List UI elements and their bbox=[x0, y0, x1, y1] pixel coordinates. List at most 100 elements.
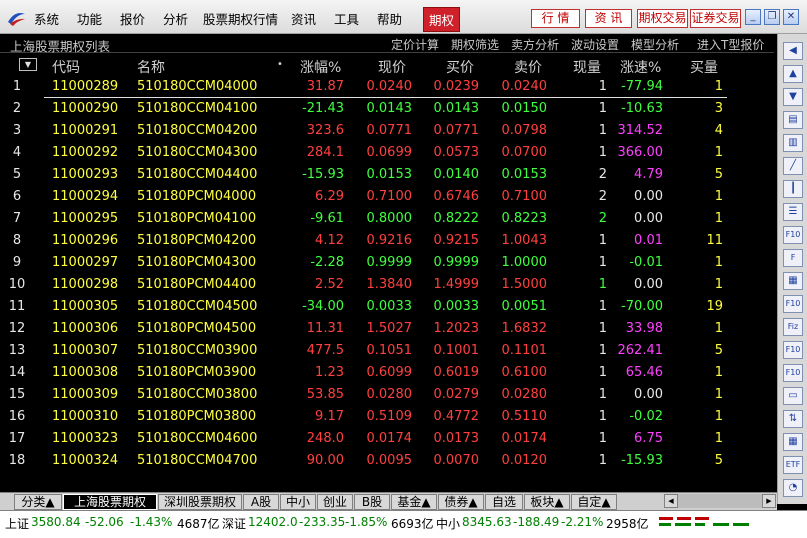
stock-trade-button[interactable]: 证券交易 bbox=[690, 9, 741, 28]
option-name: 510180CCM04200 bbox=[137, 123, 258, 138]
folder-icon[interactable]: ▭ bbox=[783, 387, 803, 405]
table-row[interactable]: 3 11000291 510180CCM04200 323.6 0.0771 0.0771… bbox=[0, 120, 774, 142]
close-icon[interactable]: ✕ bbox=[783, 9, 799, 25]
menu-item-quote[interactable]: 报价 bbox=[120, 9, 145, 28]
toolbar-button-etf[interactable]: ETF bbox=[783, 456, 803, 474]
tab-10[interactable]: 板块▲ bbox=[524, 494, 570, 510]
col-header-bid-qty[interactable]: 买量 bbox=[690, 57, 718, 77]
seller-analysis-link[interactable]: 卖方分析 bbox=[511, 36, 559, 53]
toolbar-button-f10[interactable]: F10 bbox=[783, 341, 803, 359]
tab-2[interactable]: 深圳股票期权 bbox=[158, 494, 242, 510]
news-button[interactable]: 资 讯 bbox=[585, 9, 632, 28]
table-row[interactable]: 8 11000296 510180PCM04200 4.12 0.9216 0.9215 1… bbox=[0, 230, 774, 252]
menu-item-system[interactable]: 系统 bbox=[34, 9, 59, 28]
toolbar-button-f10[interactable]: F10 bbox=[783, 364, 803, 382]
table-row[interactable]: 1 11000289 510180CCM04000 31.87 0.0240 0.0239… bbox=[0, 76, 774, 98]
table-row[interactable]: 11 11000305 510180CCM04500 -34.00 0.0033 0.00… bbox=[0, 296, 774, 318]
menu-item-function[interactable]: 功能 bbox=[77, 9, 102, 28]
col-header-price[interactable]: 现价 bbox=[378, 57, 406, 77]
model-analysis-link[interactable]: 模型分析 bbox=[631, 36, 679, 53]
table-row[interactable]: 12 11000306 510180PCM04500 11.31 1.5027 1.202… bbox=[0, 318, 774, 340]
tab-9[interactable]: 自选 bbox=[485, 494, 523, 510]
tab-11[interactable]: 自定▲ bbox=[571, 494, 617, 510]
table-row[interactable]: 16 11000310 510180PCM03800 9.17 0.5109 0.4772… bbox=[0, 406, 774, 428]
col-header-volume[interactable]: 现量 bbox=[573, 57, 601, 77]
arrow-left-icon[interactable]: ◀ bbox=[783, 42, 803, 60]
quote-button[interactable]: 行 情 bbox=[531, 9, 580, 28]
menu-item-tools[interactable]: 工具 bbox=[334, 9, 359, 28]
tab-0[interactable]: 分类▲ bbox=[14, 494, 62, 510]
option-trade-button[interactable]: 期权交易 bbox=[637, 9, 688, 28]
option-code: 11000289 bbox=[52, 79, 119, 94]
col-header-code[interactable]: 代码 bbox=[52, 57, 80, 77]
menu-item-help[interactable]: 帮助 bbox=[377, 9, 402, 28]
col-header-ask[interactable]: 卖价 bbox=[514, 57, 542, 77]
tab-5[interactable]: 创业 bbox=[317, 494, 353, 510]
option-name: 510180CCM04300 bbox=[137, 145, 258, 160]
table-row[interactable]: 6 11000294 510180PCM04000 6.29 0.7100 0.6746 0… bbox=[0, 186, 774, 208]
arrow-down-icon[interactable]: ▼ bbox=[783, 88, 803, 106]
table-row[interactable]: 13 11000307 510180CCM03900 477.5 0.1051 0.100… bbox=[0, 340, 774, 362]
tab-3[interactable]: A股 bbox=[243, 494, 279, 510]
row-index: 12 bbox=[8, 321, 26, 336]
table-row[interactable]: 10 11000298 510180PCM04400 2.52 1.3840 1.4999… bbox=[0, 274, 774, 296]
last-price: 0.0240 bbox=[366, 79, 413, 94]
volatility-settings-link[interactable]: 波动设置 bbox=[571, 36, 619, 53]
arrow-updown-icon[interactable]: ⇅ bbox=[783, 410, 803, 428]
table-row[interactable]: 14 11000308 510180PCM03900 1.23 0.6099 0.6019… bbox=[0, 362, 774, 384]
option-code: 11000291 bbox=[52, 123, 119, 138]
arrow-up-icon[interactable]: ▲ bbox=[783, 65, 803, 83]
table-row[interactable]: 2 11000290 510180CCM04100 -21.43 0.0143 0.014… bbox=[0, 98, 774, 120]
restore-icon[interactable]: ❐ bbox=[764, 9, 780, 25]
menu-item-news[interactable]: 资讯 bbox=[291, 9, 316, 28]
clock-icon[interactable]: ◔ bbox=[783, 479, 803, 497]
col-header-speed[interactable]: 涨速% bbox=[620, 57, 661, 77]
toolbar-button-fiz[interactable]: Fiz bbox=[783, 318, 803, 336]
scroll-right-icon[interactable]: ▶ bbox=[762, 494, 776, 508]
tab-8[interactable]: 债券▲ bbox=[438, 494, 484, 510]
toolbar-button-f[interactable]: F bbox=[783, 249, 803, 267]
scroll-left-icon[interactable]: ◀ bbox=[664, 494, 678, 508]
bid-quantity: 1 bbox=[714, 211, 723, 226]
col-header-change-pct[interactable]: 涨幅% bbox=[300, 57, 341, 77]
current-volume: 2 bbox=[598, 189, 607, 204]
kline-chart-icon[interactable]: ▥ bbox=[783, 134, 803, 152]
news-icon[interactable]: ▦ bbox=[783, 272, 803, 290]
table-row[interactable]: 9 11000297 510180PCM04300 -2.28 0.9999 0.9999… bbox=[0, 252, 774, 274]
toolbar-button-f10[interactable]: F10 bbox=[783, 226, 803, 244]
option-name: 510180PCM04100 bbox=[137, 211, 257, 226]
list-icon[interactable]: ☰ bbox=[783, 203, 803, 221]
tick-chart-icon[interactable]: ▤ bbox=[783, 111, 803, 129]
row-index: 4 bbox=[12, 145, 22, 160]
table-row[interactable]: 17 11000323 510180CCM04600 248.0 0.0174 0.017… bbox=[0, 428, 774, 450]
horizontal-scrollbar[interactable]: ◀ ▶ bbox=[664, 494, 776, 508]
menu-item-options[interactable]: 期权 bbox=[423, 7, 461, 32]
option-name: 510180PCM03800 bbox=[137, 409, 257, 424]
option-filter-link[interactable]: 期权筛选 bbox=[451, 36, 499, 53]
option-name: 510180PCM04200 bbox=[137, 233, 257, 248]
table-row[interactable]: 7 11000295 510180PCM04100 -9.61 0.8000 0.8222… bbox=[0, 208, 774, 230]
tab-7[interactable]: 基金▲ bbox=[391, 494, 437, 510]
col-header-bid[interactable]: 买价 bbox=[446, 57, 474, 77]
tab-1[interactable]: 上海股票期权 bbox=[63, 494, 157, 510]
last-price: 1.3840 bbox=[366, 277, 413, 292]
col-header-name[interactable]: 名称 bbox=[137, 57, 165, 77]
line-chart-icon[interactable]: ╱ bbox=[783, 157, 803, 175]
toolbar-button-f10[interactable]: F10 bbox=[783, 295, 803, 313]
t-quote-link[interactable]: 进入T型报价 bbox=[697, 36, 764, 53]
app-logo-icon bbox=[8, 13, 25, 26]
last-price: 0.7100 bbox=[366, 189, 413, 204]
candlestick-icon[interactable]: ┃ bbox=[783, 180, 803, 198]
tab-6[interactable]: B股 bbox=[354, 494, 390, 510]
table-row[interactable]: 5 11000293 510180CCM04400 -15.93 0.0153 0.014… bbox=[0, 164, 774, 186]
bid-quantity: 3 bbox=[714, 101, 723, 116]
table-row[interactable]: 18 11000324 510180CCM04700 90.00 0.0095 0.007… bbox=[0, 450, 774, 472]
table-row[interactable]: 4 11000292 510180CCM04300 284.1 0.0699 0.0573… bbox=[0, 142, 774, 164]
menu-item-option-quote[interactable]: 股票期权行情 bbox=[203, 9, 278, 28]
tab-4[interactable]: 中小 bbox=[280, 494, 316, 510]
table-row[interactable]: 15 11000309 510180CCM03800 53.85 0.0280 0.027… bbox=[0, 384, 774, 406]
menu-item-analysis[interactable]: 分析 bbox=[163, 9, 188, 28]
grid-icon[interactable]: ▦ bbox=[783, 433, 803, 451]
minimize-icon[interactable]: _ bbox=[745, 9, 761, 25]
pricing-calc-link[interactable]: 定价计算 bbox=[391, 36, 439, 53]
